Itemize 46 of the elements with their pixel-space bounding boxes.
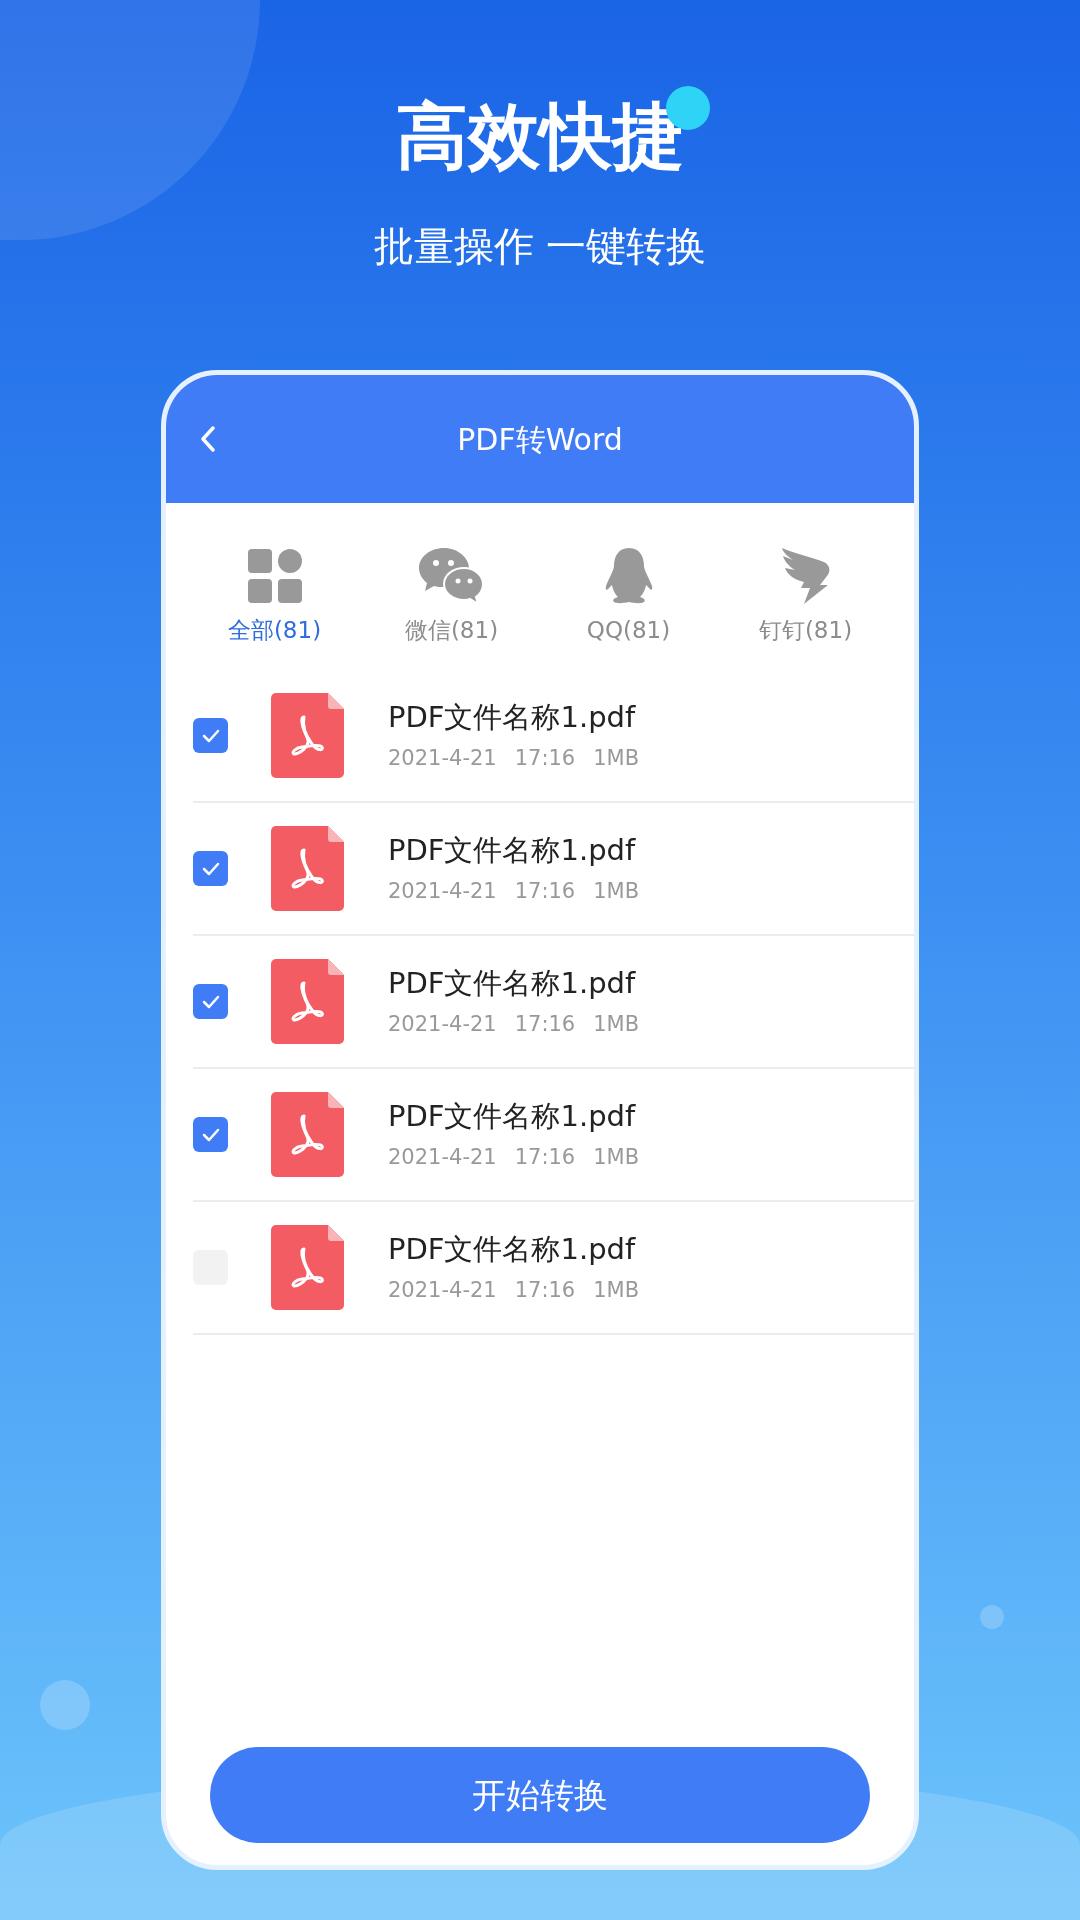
category-tab[interactable]: 微信(81): [363, 547, 540, 642]
file-name: PDF文件名称1.pdf: [388, 1234, 637, 1264]
file-date: 2021-4-21: [388, 1279, 497, 1301]
checkbox[interactable]: [193, 1117, 228, 1152]
wing-icon: [781, 548, 830, 604]
start-button[interactable]: 开始转换: [210, 1747, 870, 1843]
pdf-file-icon: [271, 1225, 344, 1310]
check-icon: [200, 1126, 221, 1143]
checkbox[interactable]: [193, 851, 228, 886]
file-size: 1MB: [593, 1279, 640, 1301]
file-time: 17:16: [514, 1013, 576, 1035]
file-date: 2021-4-21: [388, 880, 497, 902]
headline: 高效快捷: [396, 100, 684, 172]
file-size: 1MB: [593, 747, 640, 769]
file-name: PDF文件名称1.pdf: [388, 1101, 637, 1131]
category-tab[interactable]: 钉钉(81): [717, 547, 894, 642]
pdf-file-icon: [271, 826, 344, 911]
category-tab[interactable]: QQ(81): [540, 547, 717, 642]
check-icon: [200, 860, 221, 877]
file-date: 2021-4-21: [388, 747, 497, 769]
check-icon: [200, 993, 221, 1010]
pdf-file-icon: [271, 693, 344, 778]
file-time: 17:16: [514, 1279, 576, 1301]
check-icon: [200, 727, 221, 744]
file-date: 2021-4-21: [388, 1013, 497, 1035]
penguin-icon: [604, 548, 653, 604]
file-size: 1MB: [593, 1013, 640, 1035]
file-time: 17:16: [514, 747, 576, 769]
category-tab[interactable]: 全部(81): [186, 547, 363, 642]
file-date: 2021-4-21: [388, 1146, 497, 1168]
file-size: 1MB: [593, 880, 640, 902]
grid-icon: [247, 549, 302, 603]
subtitle: 批量操作 一键转换: [373, 226, 707, 266]
file-name: PDF文件名称1.pdf: [388, 702, 637, 732]
file-size: 1MB: [593, 1146, 640, 1168]
file-time: 17:16: [514, 880, 576, 902]
file-name: PDF文件名称1.pdf: [388, 968, 637, 998]
file-name: PDF文件名称1.pdf: [388, 835, 637, 865]
chat-bubbles-icon: [418, 548, 485, 604]
pdf-file-icon: [271, 1092, 344, 1177]
checkbox[interactable]: [193, 718, 228, 753]
back-icon[interactable]: [200, 425, 216, 453]
screen-title: PDF转Word: [457, 420, 623, 459]
file-time: 17:16: [514, 1146, 576, 1168]
checkbox[interactable]: [193, 984, 228, 1019]
pdf-file-icon: [271, 959, 344, 1044]
